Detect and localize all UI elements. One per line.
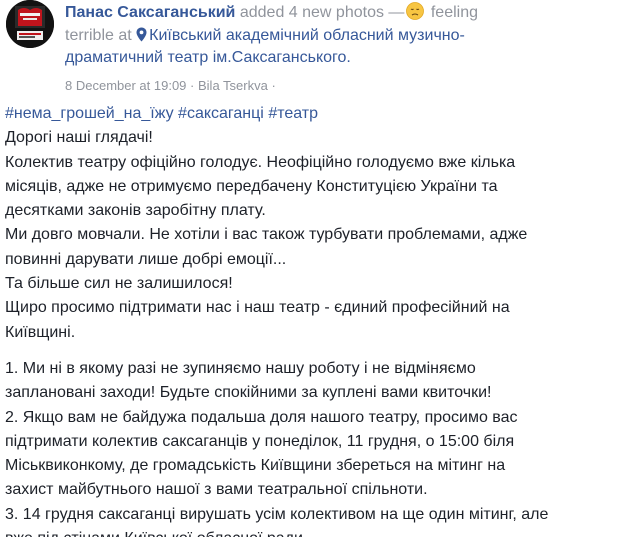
hashtag-link[interactable]: #саксаганці	[178, 105, 264, 122]
text-line: підтримати колектив саксаганців у понеді…	[5, 432, 515, 450]
post-header: Панас Саксаганський added 4 new photos —…	[65, 2, 515, 68]
meta-separator: ·	[271, 78, 276, 93]
text-line: Дорогі наші глядачі!	[5, 129, 153, 147]
text-line: заплановані заходи! Будьте спокійними за…	[5, 384, 492, 402]
text-line: Ми довго мовчали. Не хотіли і вас також …	[5, 226, 528, 244]
author-name[interactable]: Панас Саксаганський	[65, 4, 235, 21]
avatar[interactable]	[6, 0, 54, 48]
text-line: Київщині.	[5, 323, 76, 341]
sad-face-emoji-icon	[406, 2, 425, 26]
hashtag-link[interactable]: #театр	[268, 105, 318, 122]
hashtags: #нема_грошей_на_їжу #саксаганці #театр	[5, 102, 605, 126]
hashtag-link[interactable]: #нема_грошей_на_їжу	[5, 105, 174, 122]
text-line: повинні дарувати лише добрі емоції...	[5, 250, 287, 268]
post-action: added 4 new photos —	[239, 4, 405, 21]
text-line: 3. 14 грудня саксаганці вирушать усім ко…	[5, 505, 549, 523]
text-line: Колектив театру офіційно голодує. Неофіц…	[5, 153, 516, 171]
text-line: захист майбутнього нашої з вами театраль…	[5, 481, 428, 499]
post-location[interactable]: Bila Tserkva	[198, 78, 268, 93]
text-line: Щиро просимо підтримати нас і наш театр …	[5, 299, 510, 317]
paragraph-appeal: Дорогі наші глядачі! Колектив театру офі…	[5, 126, 605, 345]
text-line: десятками законів заробітну плату.	[5, 202, 266, 220]
post-timestamp[interactable]: 8 December at 19:09	[65, 78, 186, 93]
meta-separator: ·	[190, 78, 195, 93]
feeling-prefix: feeling	[430, 4, 479, 21]
map-pin-icon	[136, 27, 147, 48]
theatre-logo-avatar	[6, 0, 54, 48]
text-line: 2. Якщо вам не байдужа подальша доля наш…	[5, 408, 518, 426]
text-line: Міськвиконкому, де громадськість Київщин…	[5, 457, 506, 475]
place-link-line1[interactable]: Київський академічний обласний музично-	[149, 27, 465, 44]
paragraph-list: 1. Ми ні в якому разі не зупиняємо нашу …	[5, 357, 605, 537]
post-meta: 8 December at 19:09 · Bila Tserkva ·	[65, 78, 276, 94]
feeling-text: terrible at	[65, 27, 132, 44]
post-body: #нема_грошей_на_їжу #саксаганці #театр Д…	[5, 102, 605, 537]
text-line: 1. Ми ні в якому разі не зупиняємо нашу …	[5, 359, 476, 377]
text-line: вже під стінами Київської обласної ради.	[5, 527, 605, 537]
text-line: Та більше сил не залишилося!	[5, 275, 233, 293]
text-line: місяців, адже не отримуємо передбачену К…	[5, 177, 498, 195]
facebook-post: Панас Саксаганський added 4 new photos —…	[0, 0, 619, 537]
place-link-line2[interactable]: драматичний театр ім.Саксаганського.	[65, 49, 351, 66]
